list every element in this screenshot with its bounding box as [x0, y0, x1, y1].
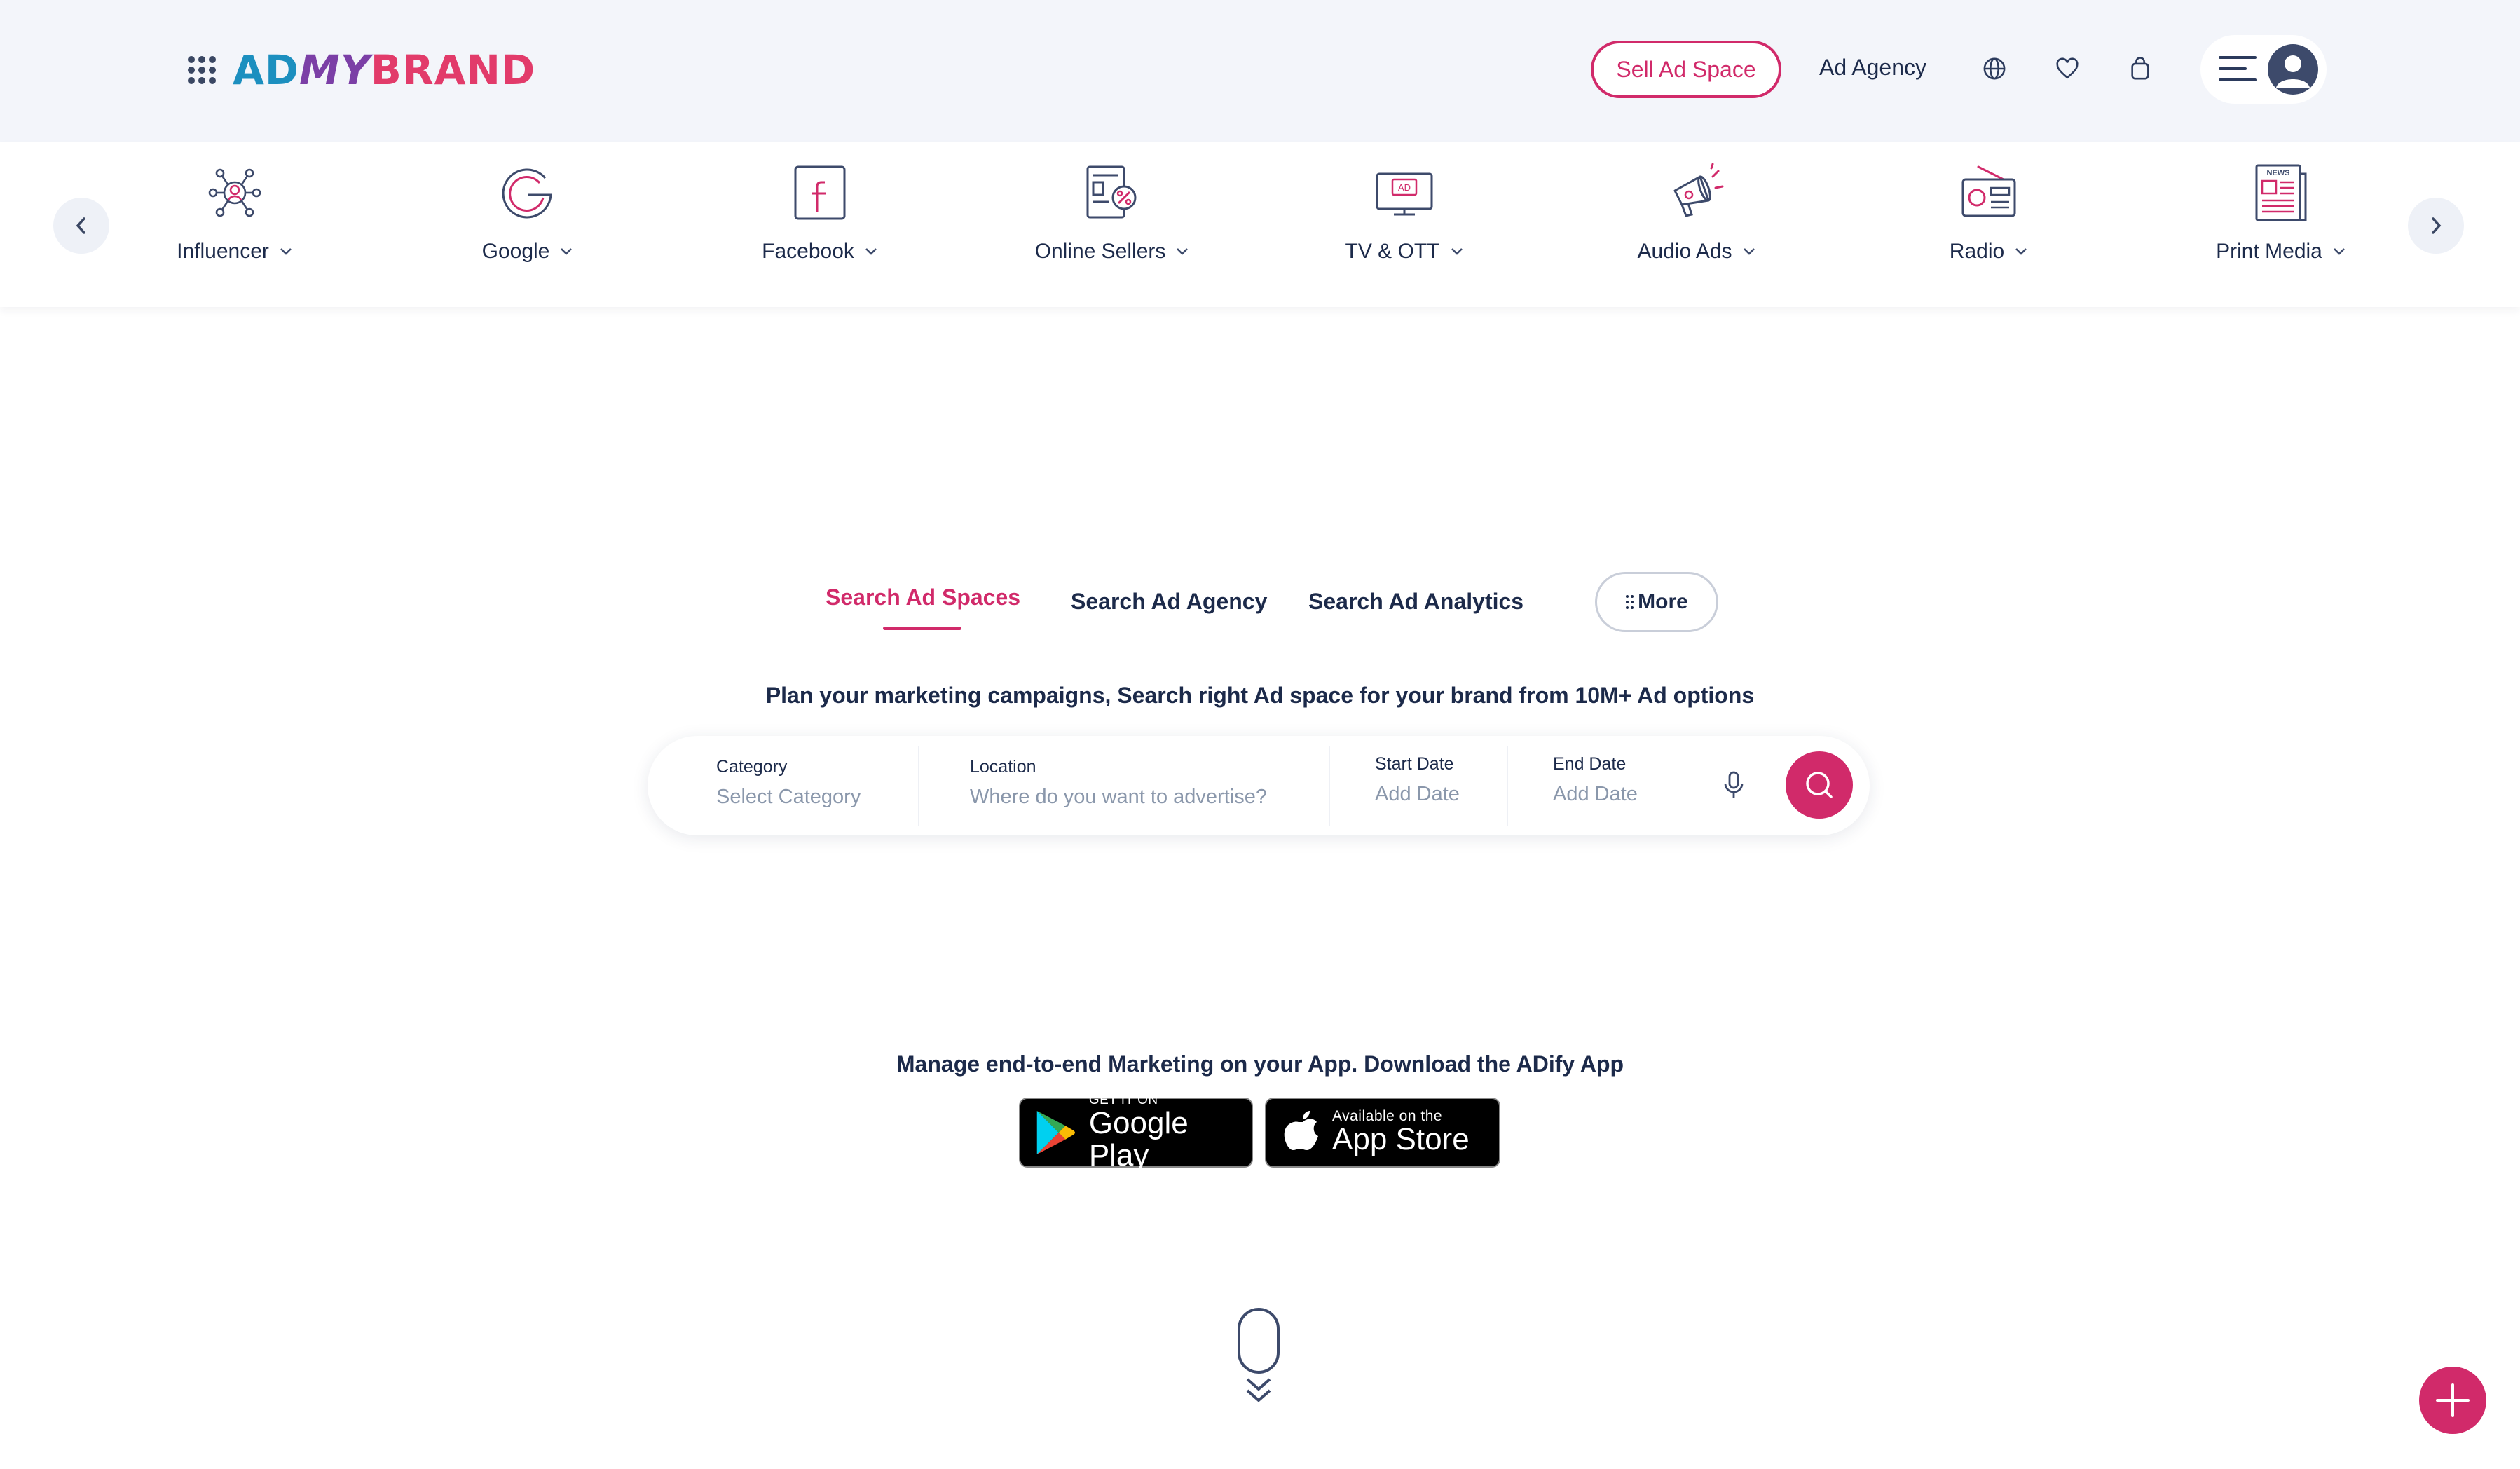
bag-icon[interactable] [2126, 55, 2154, 83]
logo[interactable]: ADMYBRAND [188, 49, 535, 91]
category-select[interactable] [716, 786, 912, 809]
chevron-down-icon [2015, 248, 2027, 255]
active-tab-indicator [883, 627, 961, 630]
start-date-field[interactable]: Start Date [1375, 754, 1515, 806]
profile-menu[interactable] [2200, 35, 2327, 104]
field-divider [1507, 746, 1508, 826]
menu-icon[interactable] [2219, 56, 2257, 81]
grid-icon[interactable] [188, 56, 216, 84]
location-field-label: Location [970, 757, 1036, 777]
chevron-down-icon [2333, 248, 2345, 255]
globe-icon[interactable] [1980, 55, 2008, 83]
carousel-next-button[interactable] [2408, 198, 2464, 254]
app-store-big-text: App Store [1332, 1122, 1470, 1156]
heart-icon[interactable] [2053, 55, 2081, 83]
end-date-field[interactable]: End Date [1553, 754, 1693, 806]
category-google[interactable]: Google [409, 161, 647, 264]
category-audio-ads[interactable]: Audio Ads [1577, 161, 1816, 264]
location-field[interactable]: Location [970, 757, 1306, 809]
category-influencer[interactable]: Influencer [116, 161, 354, 264]
start-date-input[interactable] [1375, 783, 1515, 806]
app-store-small-text: Available on the [1332, 1108, 1443, 1124]
chevron-down-icon [280, 248, 292, 255]
online-sellers-icon [1086, 165, 1137, 219]
more-label: More [1638, 590, 1688, 613]
microphone-icon[interactable] [1720, 770, 1748, 802]
tab-search-ad-spaces[interactable]: Search Ad Spaces [826, 585, 1020, 610]
category-label: Radio [1949, 240, 2005, 263]
top-header: ADMYBRAND Sell Ad Space Ad Agency [0, 0, 2520, 142]
facebook-icon [794, 165, 846, 220]
end-date-label: End Date [1553, 754, 1627, 774]
chevron-down-icon [561, 248, 573, 255]
chevron-down-icon [1451, 248, 1463, 255]
search-tagline: Plan your marketing campaigns, Search ri… [765, 683, 1755, 708]
category-label: Audio Ads [1637, 240, 1732, 263]
search-icon [1806, 772, 1833, 798]
location-input[interactable] [970, 786, 1306, 809]
search-box: Category Location Start Date End Date [648, 736, 1870, 835]
carousel-prev-button[interactable] [53, 198, 109, 254]
field-divider [918, 746, 919, 826]
category-label: Print Media [2216, 240, 2322, 263]
more-button[interactable]: More [1595, 572, 1718, 632]
newspaper-icon: NEWS [2255, 164, 2307, 221]
google-icon [502, 168, 552, 219]
svg-text:AD: AD [1398, 182, 1411, 193]
radio-icon [1961, 165, 2016, 217]
category-label: Google [481, 240, 550, 263]
ad-agency-link[interactable]: Ad Agency [1819, 55, 1926, 81]
end-date-input[interactable] [1553, 783, 1693, 806]
google-play-big-text: Google Play [1088, 1106, 1189, 1173]
category-facebook[interactable]: Facebook [701, 161, 939, 264]
category-field-label: Category [716, 757, 788, 777]
category-radio[interactable]: Radio [1870, 161, 2108, 264]
google-play-button[interactable]: GET IT ON Google Play [1019, 1093, 1253, 1172]
logo-text[interactable]: ADMYBRAND [233, 49, 535, 91]
svg-text:NEWS: NEWS [2267, 169, 2290, 177]
category-bar: Influencer Google Facebook Online Seller… [0, 142, 2520, 307]
chevron-down-icon [1177, 248, 1189, 255]
app-store-button[interactable]: Available on the App Store [1265, 1098, 1500, 1168]
category-tv-ott[interactable]: AD TV & OTT [1285, 161, 1523, 264]
tab-search-ad-agency[interactable]: Search Ad Agency [1071, 589, 1267, 615]
tab-search-ad-analytics[interactable]: Search Ad Analytics [1308, 589, 1523, 615]
chevron-left-icon [76, 217, 85, 234]
chevron-down-icon [1743, 248, 1755, 255]
category-online-sellers[interactable]: Online Sellers [993, 161, 1231, 264]
start-date-label: Start Date [1375, 754, 1454, 774]
chevron-right-icon [2432, 217, 2442, 234]
category-label: Facebook [762, 240, 854, 263]
google-play-small-text: GET IT ON [1088, 1093, 1158, 1107]
category-label: Online Sellers [1034, 240, 1166, 263]
chevron-down-icon [865, 248, 877, 255]
category-label: Influencer [177, 240, 269, 263]
scroll-down-icon[interactable] [1238, 1308, 1280, 1406]
user-avatar-icon[interactable] [2268, 44, 2318, 95]
category-field[interactable]: Category [716, 757, 912, 809]
sell-ad-space-button[interactable]: Sell Ad Space [1591, 41, 1781, 98]
category-label: TV & OTT [1345, 240, 1440, 263]
megaphone-icon [1673, 163, 1724, 217]
category-print-media[interactable]: NEWS Print Media [2162, 161, 2400, 264]
add-fab-button[interactable] [2419, 1367, 2486, 1434]
tv-icon: AD [1376, 172, 1433, 216]
plus-icon [2436, 1383, 2470, 1417]
dots-grid-icon [1626, 595, 1634, 609]
apple-icon [1284, 1111, 1318, 1150]
app-download-text: Manage end-to-end Marketing on your App.… [896, 1051, 1624, 1077]
influencer-icon [208, 168, 261, 217]
search-button[interactable] [1786, 751, 1853, 819]
field-divider [1329, 746, 1330, 826]
google-play-icon [1036, 1111, 1075, 1154]
